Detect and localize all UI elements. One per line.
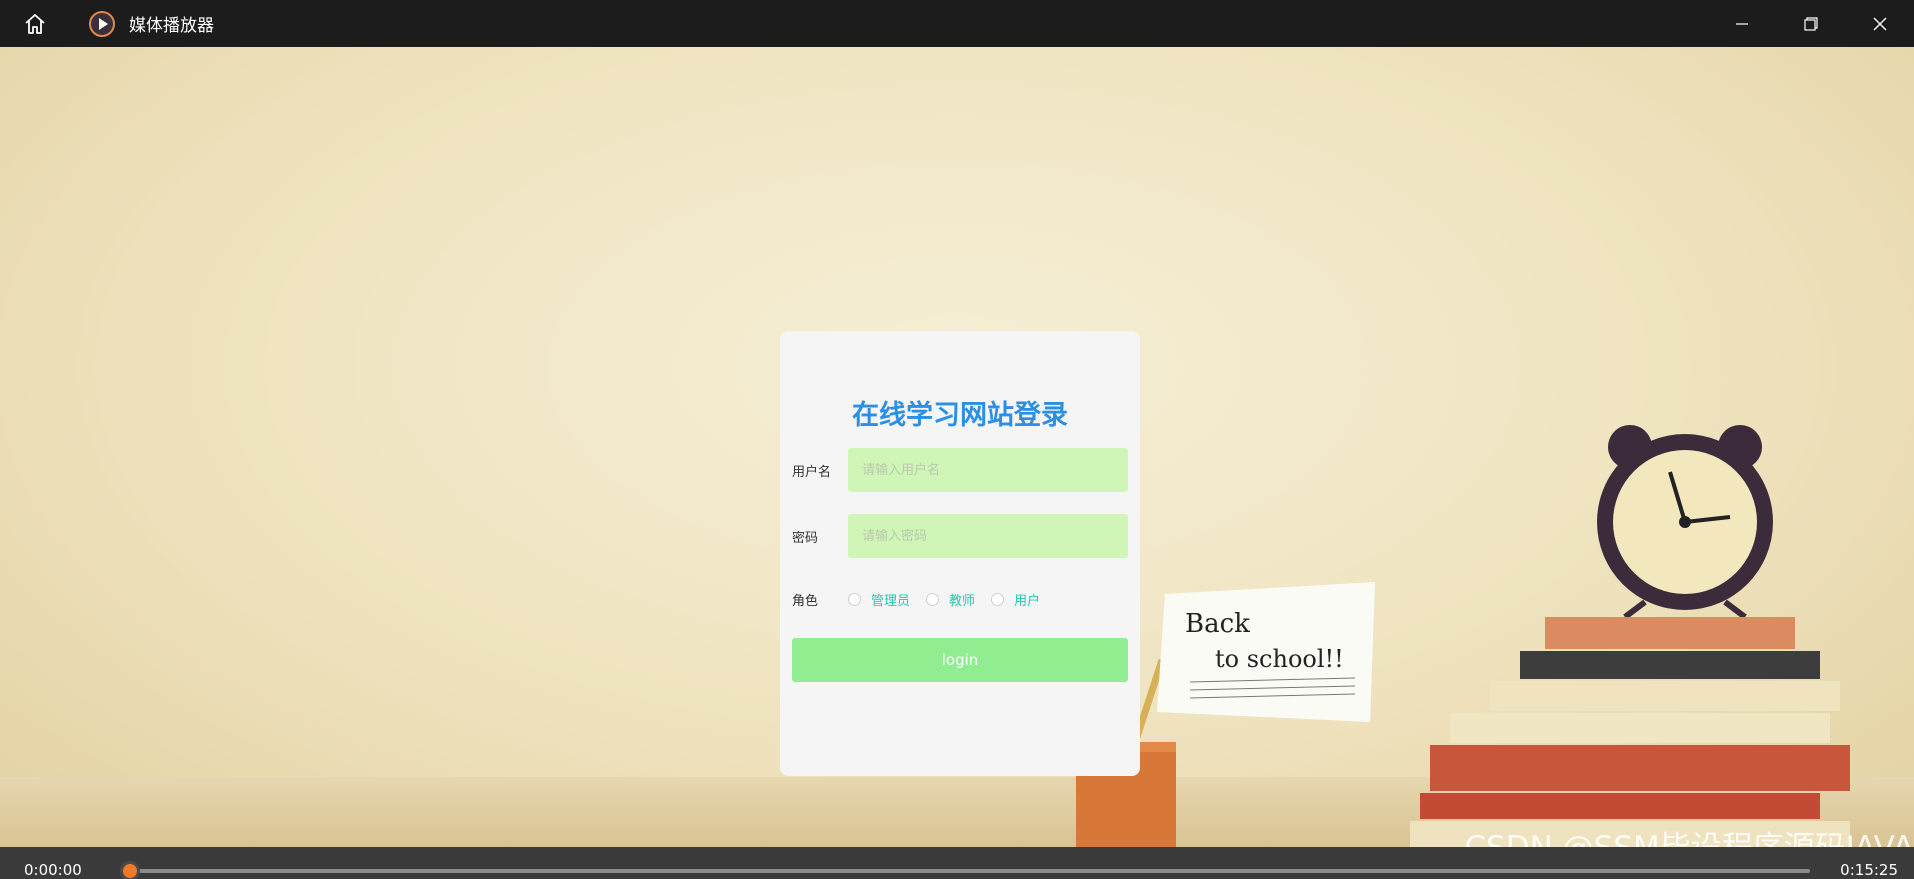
restore-icon: [1803, 16, 1818, 31]
video-frame[interactable]: Back to school!! 在线学习网站登录 用户名 密码 角色: [0, 47, 1914, 847]
media-player-icon: [87, 9, 117, 39]
role-label: 角色: [792, 594, 819, 609]
role-radio-teacher[interactable]: [926, 593, 940, 606]
role-radio-admin[interactable]: [848, 593, 861, 606]
password-input[interactable]: [848, 514, 1128, 558]
home-button[interactable]: [17, 6, 53, 42]
minimize-icon: [1735, 22, 1748, 25]
seek-handle[interactable]: [120, 861, 140, 879]
restore-button[interactable]: [1776, 0, 1845, 47]
login-title: 在线学习网站登录: [852, 400, 1068, 431]
current-time: 0:00:00: [24, 861, 82, 879]
window-title: 媒体播放器: [129, 16, 214, 36]
role-label-teacher[interactable]: 教师: [949, 590, 975, 609]
password-label: 密码: [792, 531, 819, 546]
login-button[interactable]: login: [792, 638, 1128, 682]
seek-bar[interactable]: [130, 869, 1810, 873]
username-input[interactable]: [848, 448, 1128, 492]
login-card: 在线学习网站登录 用户名 密码 角色 管理员 教师 用户 login: [780, 331, 1140, 776]
role-radio-user[interactable]: [991, 593, 1005, 606]
book-stack-illustration: [1410, 617, 1850, 847]
alarm-clock-illustration: [1597, 425, 1773, 617]
role-radio-group: 管理员 教师 用户: [848, 590, 1056, 609]
total-time: 0:15:25: [1840, 861, 1898, 879]
close-button[interactable]: [1845, 0, 1914, 47]
svg-text:Back: Back: [1185, 609, 1250, 639]
player-control-bar: 0:00:00 0:15:25: [0, 847, 1914, 879]
home-icon: [25, 13, 45, 34]
svg-text:to school!!: to school!!: [1215, 645, 1344, 673]
role-label-admin[interactable]: 管理员: [871, 590, 910, 609]
role-label-user[interactable]: 用户: [1014, 590, 1040, 609]
minimize-button[interactable]: [1707, 0, 1776, 47]
title-bar: 媒体播放器: [0, 0, 1914, 47]
window-controls: [1707, 0, 1914, 47]
username-label: 用户名: [792, 465, 832, 480]
close-icon: [1873, 17, 1886, 30]
